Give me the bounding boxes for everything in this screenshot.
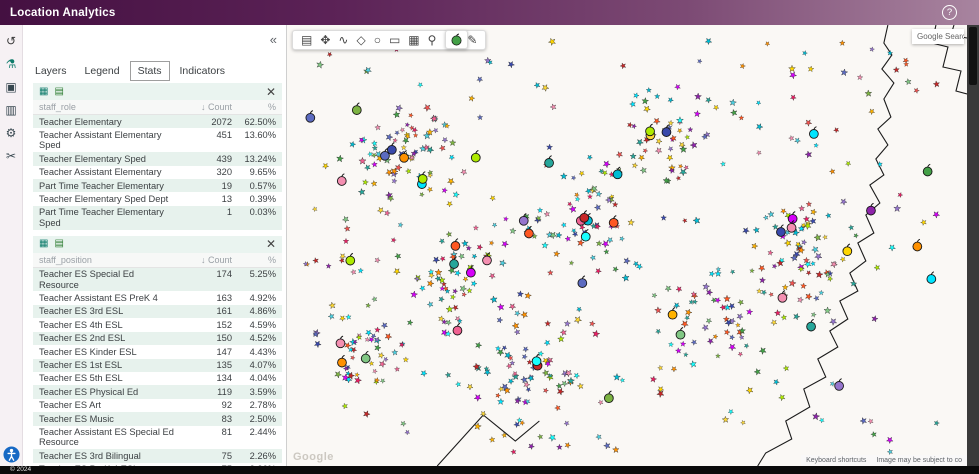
table-row[interactable]: Teacher ES Art922.78% xyxy=(33,399,282,412)
table-row[interactable]: Teacher ES 4th ESL1524.59% xyxy=(33,318,282,331)
close-table-button[interactable]: ✕ xyxy=(266,86,276,98)
layers-panel: « LayersLegendStatsIndicators ▦ ▤ ✕ staff_r… xyxy=(23,25,287,466)
history-icon[interactable]: ↺ xyxy=(6,35,16,47)
close-table-button[interactable]: ✕ xyxy=(266,238,276,250)
circle-tool-icon[interactable]: ○ xyxy=(374,34,381,46)
apple-filter-box[interactable] xyxy=(445,30,468,49)
table-row[interactable]: Teacher ES 3rd ESL1614.86% xyxy=(33,305,282,318)
help-icon[interactable]: ? xyxy=(942,5,957,20)
export-table-icon[interactable]: ▤ xyxy=(54,87,63,97)
sample-tool-icon[interactable]: ⚗ xyxy=(6,58,17,70)
map-icon[interactable]: ▤ xyxy=(301,34,312,46)
table-row[interactable]: Teacher Elementary Sped43913.24% xyxy=(33,152,282,165)
image-layers-icon[interactable]: ▣ xyxy=(5,81,16,93)
pan-icon[interactable]: ✥ xyxy=(320,34,330,46)
strip-bottom xyxy=(0,446,22,463)
copy-table-icon[interactable]: ▦ xyxy=(39,239,48,249)
table-row[interactable]: Teacher ES PreK 4 ESL752.26% xyxy=(33,463,282,466)
draw-tool-icon[interactable]: ✎ xyxy=(467,34,477,46)
collapse-panel-button[interactable]: « xyxy=(270,33,277,46)
tab-layers[interactable]: Layers xyxy=(27,61,75,81)
bottom-bar: © 2024 xyxy=(0,466,979,474)
bar-chart-icon[interactable]: ▥ xyxy=(5,104,16,116)
table-row[interactable]: Teacher Assistant ES Special Ed Resource… xyxy=(33,426,282,450)
stats-table-staff_position: ▦ ▤ ✕ staff_position↓ Count%Teacher ES Spec… xyxy=(33,236,282,466)
tab-indicators[interactable]: Indicators xyxy=(172,61,234,81)
tab-legend[interactable]: Legend xyxy=(77,61,128,81)
pin-tool-icon[interactable]: ⚲ xyxy=(428,34,437,46)
table-row[interactable]: Teacher ES Physical Ed1193.59% xyxy=(33,385,282,398)
export-table-icon[interactable]: ▤ xyxy=(54,239,63,249)
table-row[interactable]: Teacher ES Special Ed Resource1745.25% xyxy=(33,268,282,292)
rectangle-tool-icon[interactable]: ▭ xyxy=(389,34,400,46)
table-row[interactable]: Teacher Elementary207262.50% xyxy=(33,115,282,128)
app-body: ↺ ⚗ ▣ ▥ ⚙ ✂ « LayersLegendStatsIndicators ▦ ▤ ✕… xyxy=(0,25,979,466)
scrollbar-thumb[interactable] xyxy=(969,27,977,85)
table-row[interactable]: Part Time Teacher Elementary Sped10.03% xyxy=(33,206,282,230)
panel-tabs: LayersLegendStatsIndicators xyxy=(23,61,286,81)
page-scrollbar[interactable] xyxy=(967,25,979,466)
map-attribution: Keyboard shortcuts Image may be subject … xyxy=(801,455,967,466)
stats-table-staff_role: ▦ ▤ ✕ staff_role↓ Count%Teacher Elementary2… xyxy=(33,83,282,230)
copyright-label: © 2024 xyxy=(10,466,31,473)
accessibility-icon[interactable] xyxy=(3,446,20,463)
left-icon-strip: ↺ ⚗ ▣ ▥ ⚙ ✂ xyxy=(0,25,23,466)
map-markers[interactable] xyxy=(303,36,941,455)
table-controls: ▦ ▤ ✕ xyxy=(33,236,282,253)
table-row[interactable]: Part Time Teacher Elementary190.57% xyxy=(33,179,282,192)
settings-gear-icon[interactable]: ⚙ xyxy=(6,127,17,139)
map-layer[interactable] xyxy=(287,25,967,466)
table-column-headers[interactable]: staff_position↓ Count% xyxy=(33,253,282,268)
table-column-headers[interactable]: staff_role↓ Count% xyxy=(33,100,282,115)
table-row[interactable]: Teacher Elementary Sped Dept130.39% xyxy=(33,192,282,205)
keyboard-shortcuts-link[interactable]: Keyboard shortcuts xyxy=(806,457,866,464)
app-header: Location Analytics ? xyxy=(0,0,979,25)
table-controls: ▦ ▤ ✕ xyxy=(33,83,282,100)
google-watermark: Google xyxy=(293,451,334,463)
polyline-tool-icon[interactable]: ∿ xyxy=(338,34,348,46)
table-row[interactable]: Teacher ES 2nd ESL1504.52% xyxy=(33,332,282,345)
table-row[interactable]: Teacher ES 5th ESL1344.04% xyxy=(33,372,282,385)
app-title: Location Analytics xyxy=(10,7,115,19)
stats-tables: ▦ ▤ ✕ staff_role↓ Count%Teacher Elementary2… xyxy=(23,81,286,466)
table-row[interactable]: Teacher Assistant ES PreK 41634.92% xyxy=(33,291,282,304)
tab-stats[interactable]: Stats xyxy=(130,61,170,81)
app-window: Location Analytics ? ↺ ⚗ ▣ ▥ ⚙ ✂ « LayersLege… xyxy=(0,0,979,474)
copy-table-icon[interactable]: ▦ xyxy=(39,87,48,97)
table-row[interactable]: Teacher ES 3rd Bilingual752.26% xyxy=(33,449,282,462)
grid-tool-icon[interactable]: ▦ xyxy=(408,34,419,46)
cut-icon[interactable]: ✂ xyxy=(6,150,16,162)
table-row[interactable]: Teacher ES 1st ESL1354.07% xyxy=(33,359,282,372)
map-canvas[interactable]: ▤✥∿◇○▭▦⚲➰✎ Google Searc Google Keyboard … xyxy=(287,25,967,466)
table-row[interactable]: Teacher ES Kinder ESL1474.43% xyxy=(33,345,282,358)
table-row[interactable]: Teacher Assistant Elementary Sped45113.6… xyxy=(33,128,282,152)
google-search-box[interactable]: Google Searc xyxy=(912,29,964,44)
polygon-tool-icon[interactable]: ◇ xyxy=(356,34,365,46)
table-row[interactable]: Teacher ES Music832.50% xyxy=(33,412,282,425)
copyright-notice: Image may be subject to co xyxy=(876,457,962,464)
table-row[interactable]: Teacher Assistant Elementary3209.65% xyxy=(33,166,282,179)
apple-filter-icon xyxy=(450,33,463,46)
